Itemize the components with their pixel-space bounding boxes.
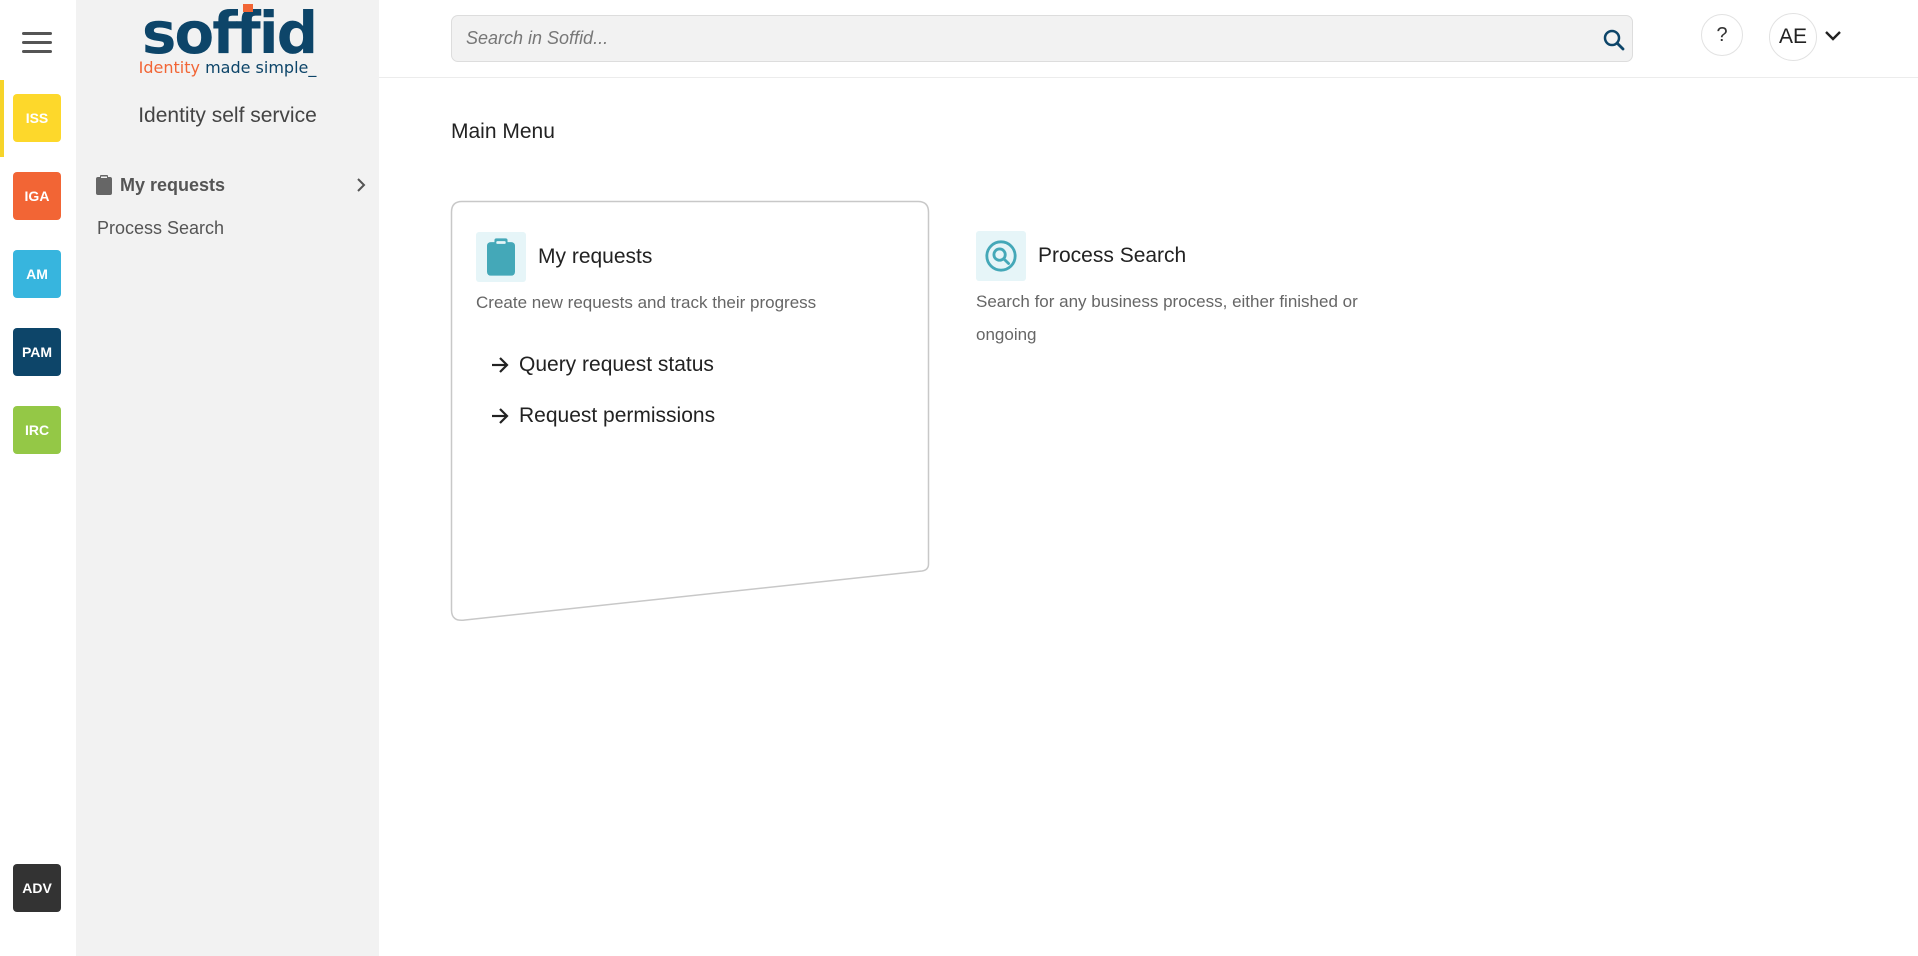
logo-tagline: Identity made simple_ xyxy=(76,58,379,77)
search-icon[interactable] xyxy=(1602,28,1626,52)
arrow-right-icon xyxy=(492,407,509,424)
sidebar-item-my-requests[interactable]: My requests xyxy=(96,172,368,198)
arrow-right-icon xyxy=(492,356,509,373)
sidebar-item-label: My requests xyxy=(120,174,226,195)
app-tile-irc[interactable]: IRC xyxy=(13,406,61,454)
card-description: Create new requests and track their prog… xyxy=(476,293,817,312)
app-tile-am[interactable]: AM xyxy=(13,250,61,298)
sidebar-item-process-search[interactable]: Process Search xyxy=(97,218,224,239)
logo-wordmark: soffid xyxy=(144,0,314,66)
app-rail: ISS IGA AM PAM IRC ADV xyxy=(0,0,76,956)
card-description: Search for any business process, either … xyxy=(976,292,1358,344)
link-request-permissions[interactable]: Request permissions xyxy=(476,390,916,441)
help-button[interactable]: ? xyxy=(1701,14,1743,56)
search-box xyxy=(451,15,1633,62)
link-query-request-status[interactable]: Query request status xyxy=(476,339,916,390)
link-label: Request permissions xyxy=(519,403,716,427)
app-tile-iss[interactable]: ISS xyxy=(13,94,61,142)
card-icon-box xyxy=(976,231,1026,281)
module-title: Identity self service xyxy=(138,104,317,127)
user-avatar[interactable]: AE xyxy=(1769,13,1817,61)
card-title[interactable]: Process Search xyxy=(1038,244,1186,268)
top-bar: ? AE xyxy=(379,0,1918,78)
clipboard-icon xyxy=(487,238,515,276)
card-icon-box xyxy=(476,232,526,282)
card-title[interactable]: My requests xyxy=(538,245,652,269)
clipboard-icon xyxy=(96,175,112,195)
hamburger-menu-icon[interactable] xyxy=(22,32,52,54)
card-links: Query request status Request permissions xyxy=(476,339,916,441)
app-tile-pam[interactable]: PAM xyxy=(13,328,61,376)
card-process-search[interactable]: Process Search Search for any business p… xyxy=(976,231,1416,351)
chevron-down-icon[interactable] xyxy=(1823,28,1843,44)
process-search-icon xyxy=(985,240,1017,272)
link-label: Query request status xyxy=(519,352,714,376)
sidebar: soffid Identity made simple_ Identity se… xyxy=(76,0,379,956)
app-tile-adv[interactable]: ADV xyxy=(13,864,61,912)
card-my-requests[interactable]: My requests Create new requests and trac… xyxy=(476,232,916,441)
card-header: My requests xyxy=(476,232,916,282)
card-header: Process Search xyxy=(976,231,1416,281)
chevron-right-icon xyxy=(357,178,366,192)
soffid-logo[interactable]: soffid Identity made simple_ xyxy=(76,0,379,80)
app-tile-iga[interactable]: IGA xyxy=(13,172,61,220)
search-input[interactable] xyxy=(466,16,1566,61)
logo-tagline-part2: made simple_ xyxy=(205,58,317,77)
active-app-indicator xyxy=(0,80,4,157)
logo-tagline-part1: Identity xyxy=(138,58,200,77)
page-title: Main Menu xyxy=(451,120,555,143)
svg-text:soffid: soffid xyxy=(144,0,314,66)
